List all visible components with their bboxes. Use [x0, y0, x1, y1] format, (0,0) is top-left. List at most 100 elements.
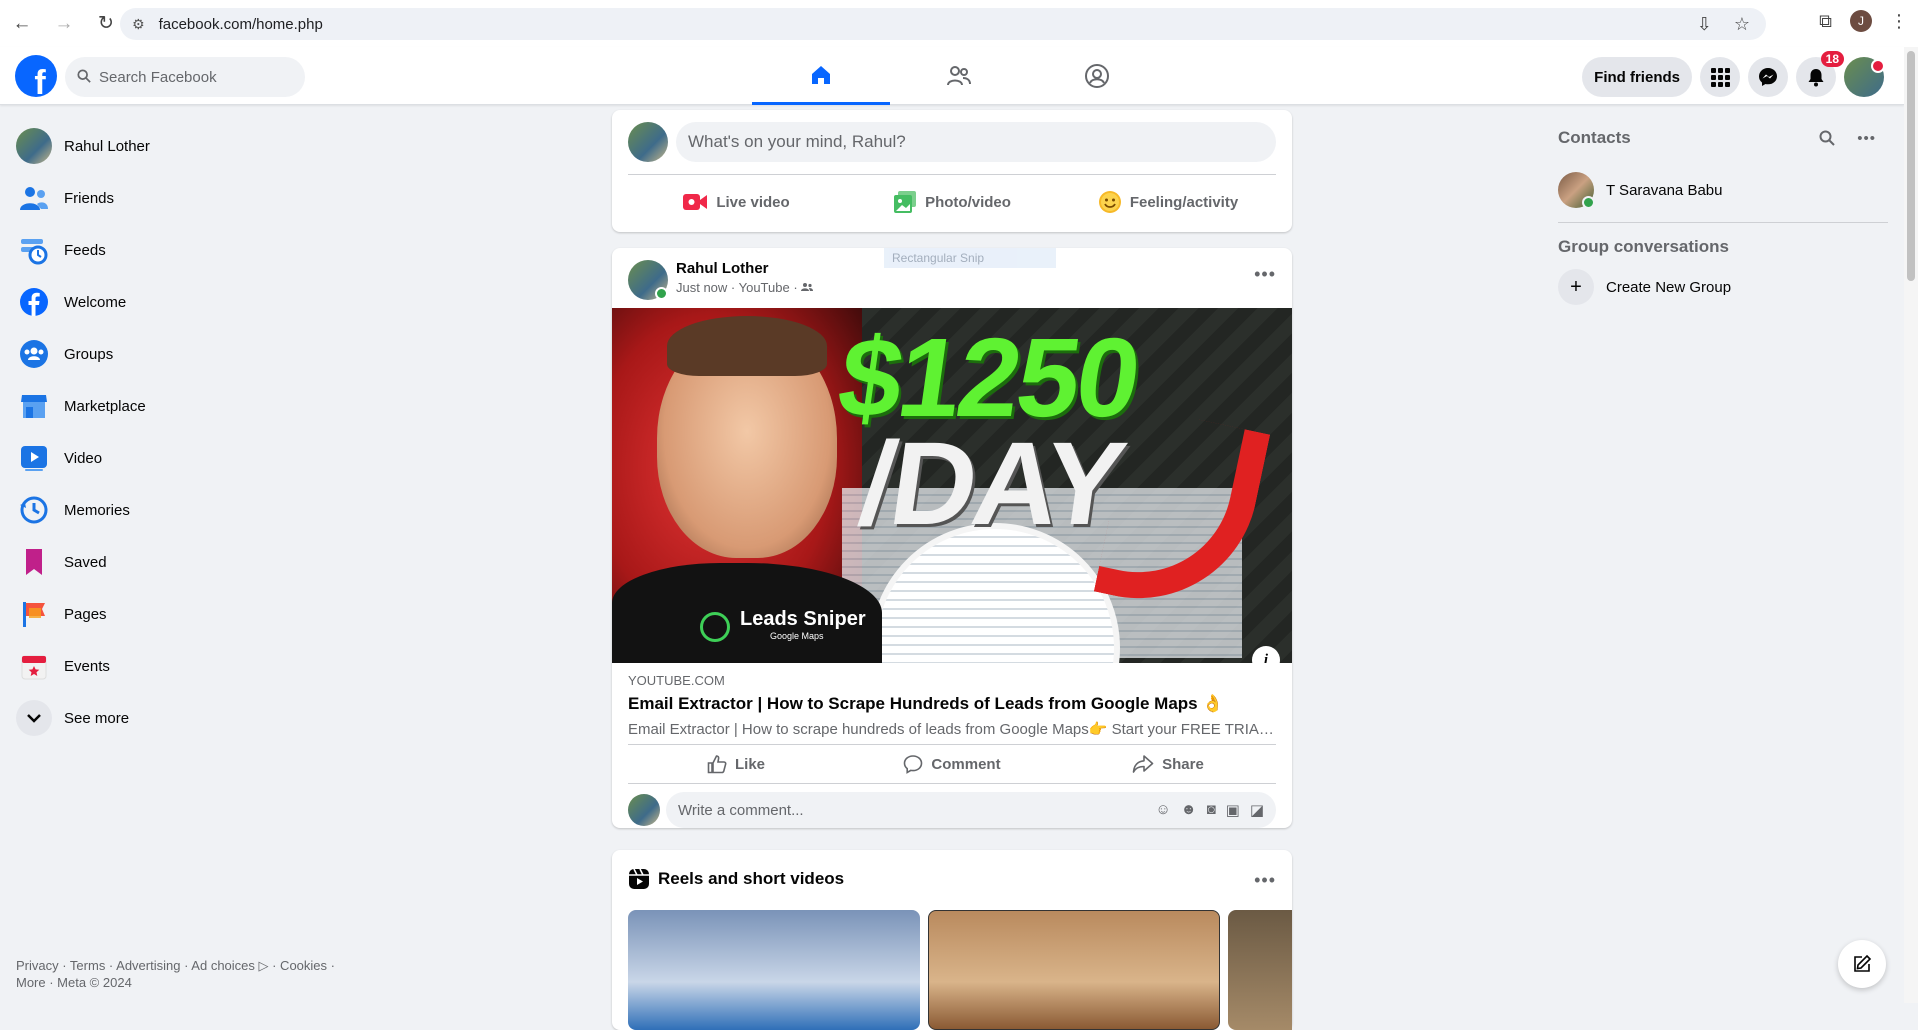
video-thumbnail[interactable]: $1250 /DAY Leads Sniper Google Maps i — [612, 308, 1292, 663]
left-sidebar: Rahul Lother Friends Feeds Welcome Group… — [8, 120, 348, 744]
facebook-logo[interactable]: f — [15, 55, 57, 97]
address-bar[interactable]: ⚙ facebook.com/home.php ⇩ ☆ — [120, 8, 1766, 40]
sidebar-item-feeds[interactable]: Feeds — [8, 224, 348, 276]
reload-icon[interactable]: ↻ — [92, 10, 120, 38]
reels-icon — [629, 868, 649, 889]
messenger-button[interactable] — [1748, 57, 1788, 97]
create-group-button[interactable]: + Create New Group — [1558, 269, 1888, 305]
comment-icon — [904, 755, 923, 774]
site-info-icon[interactable]: ⚙ — [132, 16, 145, 33]
sidebar-item-groups[interactable]: Groups — [8, 328, 348, 380]
menu-button[interactable] — [1700, 57, 1740, 97]
sidebar-item-label: Welcome — [64, 293, 127, 311]
tab-groups[interactable] — [1028, 47, 1166, 105]
like-button[interactable]: Like — [628, 745, 844, 783]
sidebar-item-label: Marketplace — [64, 397, 146, 415]
contact-item[interactable]: T Saravana Babu — [1558, 170, 1888, 210]
audience-friends-icon[interactable] — [801, 280, 814, 295]
search-box[interactable] — [65, 57, 305, 97]
plus-icon: + — [1558, 269, 1594, 305]
sidebar-item-see-more[interactable]: See more — [8, 692, 348, 744]
status-input[interactable]: What's on your mind, Rahul? — [676, 122, 1276, 162]
live-video-button[interactable]: Live video — [628, 182, 844, 222]
find-friends-button[interactable]: Find friends — [1582, 57, 1692, 97]
emoji-icon[interactable]: ☻ — [1181, 801, 1197, 819]
gif-icon[interactable]: ▣ — [1226, 801, 1240, 819]
sidebar-item-profile[interactable]: Rahul Lother — [8, 120, 348, 172]
search-icon[interactable] — [1819, 130, 1835, 146]
reels-options-icon[interactable]: ••• — [1254, 870, 1276, 891]
url-text[interactable]: facebook.com/home.php — [159, 16, 323, 33]
contacts-options-icon[interactable]: ••• — [1857, 130, 1876, 147]
notifications-button[interactable]: 18 — [1796, 51, 1844, 97]
sidebar-item-label: Feeds — [64, 241, 106, 259]
sticker-icon[interactable]: ◪ — [1250, 801, 1264, 819]
right-sidebar: Contacts ••• T Saravana Babu Group conve… — [1558, 120, 1888, 305]
live-video-label: Live video — [716, 193, 790, 211]
bookmark-star-icon[interactable]: ☆ — [1734, 14, 1750, 35]
avatar-sticker-icon[interactable]: ☺ — [1155, 801, 1170, 819]
snip-overlay: Rectangular Snip — [884, 248, 1056, 268]
footer-line[interactable]: Privacy · Terms · Advertising · Ad choic… — [16, 957, 346, 974]
forward-icon[interactable]: → — [50, 10, 78, 38]
reel-thumbnail[interactable] — [628, 910, 920, 1030]
post-options-icon[interactable]: ••• — [1254, 264, 1276, 285]
feeling-activity-label: Feeling/activity — [1129, 193, 1239, 211]
avatar[interactable] — [628, 260, 668, 300]
comment-button[interactable]: Comment — [844, 745, 1060, 783]
thumb-brand-sub: Google Maps — [770, 631, 824, 641]
sidebar-item-friends[interactable]: Friends — [8, 172, 348, 224]
sidebar-item-memories[interactable]: Memories — [8, 484, 348, 536]
search-icon — [77, 68, 91, 86]
install-app-icon[interactable]: ⇩ — [1697, 14, 1712, 35]
contact-name: T Saravana Babu — [1606, 181, 1723, 199]
post-meta: Just now · YouTube · — [676, 280, 798, 295]
sidebar-item-events[interactable]: Events — [8, 640, 348, 692]
feeling-activity-button[interactable]: Feeling/activity — [1060, 182, 1276, 222]
sidebar-item-video[interactable]: Video — [8, 432, 348, 484]
profile-avatar[interactable]: J — [1850, 10, 1872, 32]
divider — [1558, 222, 1888, 223]
saved-icon — [16, 544, 52, 580]
menu-kebab-icon[interactable]: ⋮ — [1890, 11, 1908, 32]
sidebar-item-saved[interactable]: Saved — [8, 536, 348, 588]
comment-placeholder: Write a comment... — [678, 801, 804, 819]
tab-friends[interactable] — [890, 47, 1028, 105]
memories-icon — [16, 492, 52, 528]
new-message-button[interactable] — [1838, 940, 1886, 988]
share-label: Share — [1162, 755, 1204, 773]
sidebar-item-label: Events — [64, 657, 110, 675]
avatar[interactable] — [628, 122, 668, 162]
page-scrollbar[interactable] — [1904, 47, 1918, 1003]
reel-thumbnail[interactable] — [1228, 910, 1292, 1030]
sidebar-item-label: Video — [64, 449, 103, 467]
search-input[interactable] — [99, 68, 279, 86]
notification-badge: 18 — [1820, 51, 1844, 67]
avatar[interactable] — [628, 794, 660, 826]
link-domain: YOUTUBE.COM — [628, 673, 725, 688]
sidebar-item-marketplace[interactable]: Marketplace — [8, 380, 348, 432]
back-icon[interactable]: ← — [8, 10, 36, 38]
chevron-down-icon — [16, 700, 52, 736]
sidebar-item-pages[interactable]: Pages — [8, 588, 348, 640]
comment-input[interactable]: Write a comment... ☺ ☻ ◙ ▣ ◪ — [666, 792, 1276, 828]
footer-line[interactable]: More · Meta © 2024 — [16, 974, 346, 991]
sidebar-item-welcome[interactable]: Welcome — [8, 276, 348, 328]
sidebar-item-label: Groups — [64, 345, 114, 363]
tab-home[interactable] — [752, 47, 890, 105]
post-composer: What's on your mind, Rahul? Live video P… — [612, 110, 1292, 232]
link-title[interactable]: Email Extractor | How to Scrape Hundreds… — [628, 694, 1278, 714]
account-avatar[interactable] — [1844, 57, 1885, 97]
compose-icon — [1854, 954, 1872, 972]
extensions-icon[interactable]: ⧉ — [1819, 11, 1832, 32]
sidebar-item-label: See more — [64, 709, 130, 727]
reels-section: Reels and short videos ••• — [612, 850, 1292, 1030]
photo-video-label: Photo/video — [925, 193, 1011, 211]
reel-thumbnail[interactable] — [928, 910, 1220, 1030]
post-author[interactable]: Rahul Lother — [676, 260, 813, 277]
share-button[interactable]: Share — [1060, 745, 1276, 783]
camera-icon[interactable]: ◙ — [1207, 801, 1216, 819]
smiley-icon — [1098, 191, 1121, 213]
live-video-icon — [683, 194, 708, 210]
photo-video-button[interactable]: Photo/video — [844, 182, 1060, 222]
